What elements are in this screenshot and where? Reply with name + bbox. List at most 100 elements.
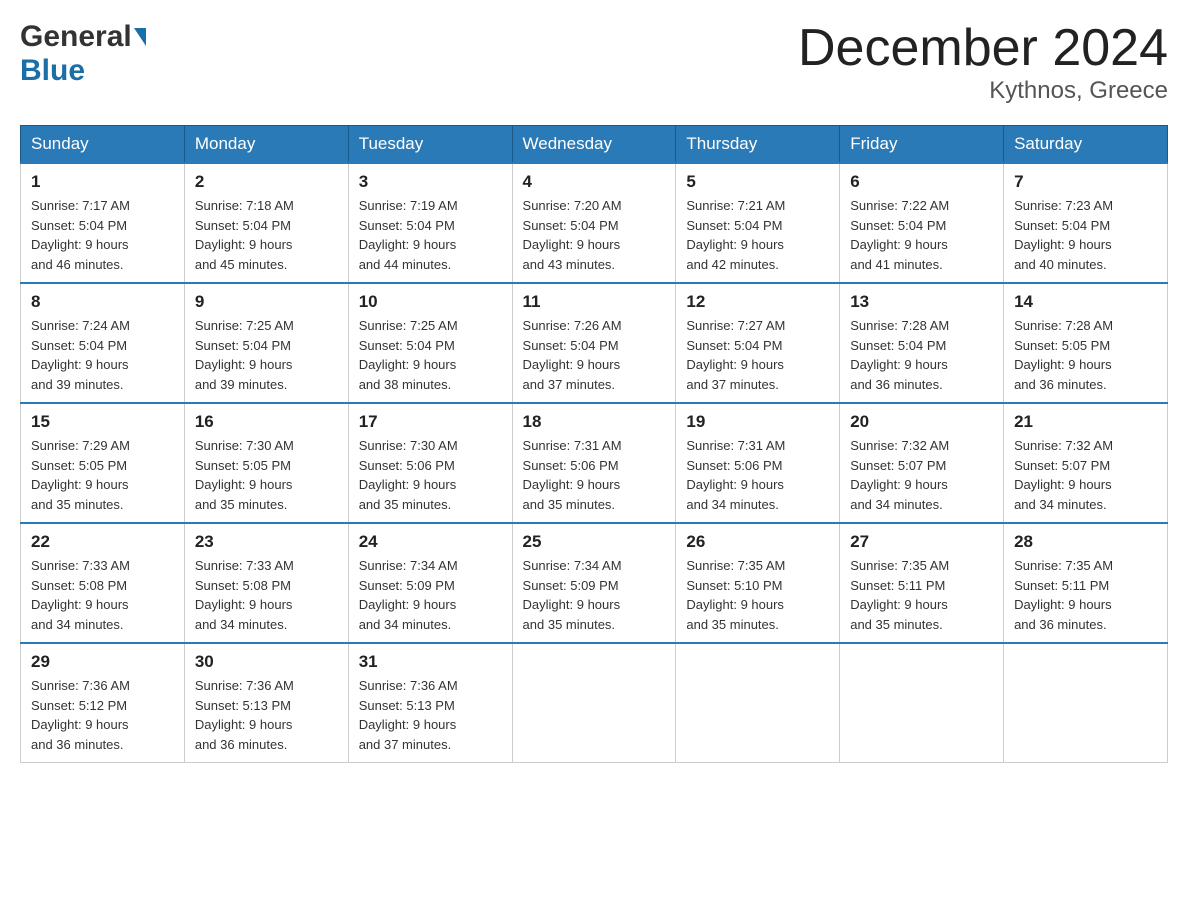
day-number: 30	[195, 652, 338, 672]
sunset-label: Sunset: 5:04 PM	[31, 338, 127, 353]
title-block: December 2024 Kythnos, Greece	[798, 20, 1168, 105]
daylight-minutes: and 35 minutes.	[686, 617, 779, 632]
calendar-cell	[512, 643, 676, 763]
sunset-label: Sunset: 5:06 PM	[359, 458, 455, 473]
day-info: Sunrise: 7:36 AM Sunset: 5:12 PM Dayligh…	[31, 676, 174, 754]
sunrise-label: Sunrise: 7:33 AM	[31, 558, 130, 573]
day-info: Sunrise: 7:35 AM Sunset: 5:11 PM Dayligh…	[1014, 556, 1157, 634]
day-info: Sunrise: 7:36 AM Sunset: 5:13 PM Dayligh…	[195, 676, 338, 754]
day-number: 27	[850, 532, 993, 552]
daylight-minutes: and 41 minutes.	[850, 257, 943, 272]
daylight-minutes: and 38 minutes.	[359, 377, 452, 392]
sunrise-label: Sunrise: 7:27 AM	[686, 318, 785, 333]
sunrise-label: Sunrise: 7:21 AM	[686, 198, 785, 213]
daylight-label: Daylight: 9 hours	[523, 597, 621, 612]
day-number: 9	[195, 292, 338, 312]
col-sunday: Sunday	[21, 126, 185, 164]
sunrise-label: Sunrise: 7:28 AM	[850, 318, 949, 333]
sunrise-label: Sunrise: 7:36 AM	[31, 678, 130, 693]
day-number: 28	[1014, 532, 1157, 552]
sunset-label: Sunset: 5:04 PM	[523, 338, 619, 353]
day-number: 31	[359, 652, 502, 672]
daylight-label: Daylight: 9 hours	[850, 477, 948, 492]
daylight-minutes: and 36 minutes.	[1014, 377, 1107, 392]
day-info: Sunrise: 7:34 AM Sunset: 5:09 PM Dayligh…	[523, 556, 666, 634]
day-number: 5	[686, 172, 829, 192]
day-info: Sunrise: 7:32 AM Sunset: 5:07 PM Dayligh…	[1014, 436, 1157, 514]
sunrise-label: Sunrise: 7:24 AM	[31, 318, 130, 333]
logo-arrow-icon	[134, 28, 146, 46]
day-info: Sunrise: 7:22 AM Sunset: 5:04 PM Dayligh…	[850, 196, 993, 274]
sunset-label: Sunset: 5:13 PM	[195, 698, 291, 713]
day-info: Sunrise: 7:35 AM Sunset: 5:11 PM Dayligh…	[850, 556, 993, 634]
daylight-minutes: and 43 minutes.	[523, 257, 616, 272]
daylight-minutes: and 34 minutes.	[850, 497, 943, 512]
calendar-cell: 8 Sunrise: 7:24 AM Sunset: 5:04 PM Dayli…	[21, 283, 185, 403]
sunset-label: Sunset: 5:11 PM	[1014, 578, 1109, 593]
col-tuesday: Tuesday	[348, 126, 512, 164]
calendar-week-1: 1 Sunrise: 7:17 AM Sunset: 5:04 PM Dayli…	[21, 163, 1168, 283]
day-info: Sunrise: 7:33 AM Sunset: 5:08 PM Dayligh…	[195, 556, 338, 634]
daylight-minutes: and 44 minutes.	[359, 257, 452, 272]
calendar-cell: 11 Sunrise: 7:26 AM Sunset: 5:04 PM Dayl…	[512, 283, 676, 403]
calendar-cell: 2 Sunrise: 7:18 AM Sunset: 5:04 PM Dayli…	[184, 163, 348, 283]
calendar-cell: 29 Sunrise: 7:36 AM Sunset: 5:12 PM Dayl…	[21, 643, 185, 763]
sunset-label: Sunset: 5:07 PM	[850, 458, 946, 473]
calendar-cell: 20 Sunrise: 7:32 AM Sunset: 5:07 PM Dayl…	[840, 403, 1004, 523]
sunset-label: Sunset: 5:04 PM	[359, 218, 455, 233]
day-number: 13	[850, 292, 993, 312]
daylight-label: Daylight: 9 hours	[1014, 357, 1112, 372]
calendar-cell: 19 Sunrise: 7:31 AM Sunset: 5:06 PM Dayl…	[676, 403, 840, 523]
calendar-week-2: 8 Sunrise: 7:24 AM Sunset: 5:04 PM Dayli…	[21, 283, 1168, 403]
daylight-label: Daylight: 9 hours	[686, 597, 784, 612]
daylight-label: Daylight: 9 hours	[1014, 477, 1112, 492]
day-number: 21	[1014, 412, 1157, 432]
sunrise-label: Sunrise: 7:35 AM	[850, 558, 949, 573]
sunrise-label: Sunrise: 7:26 AM	[523, 318, 622, 333]
calendar-cell: 6 Sunrise: 7:22 AM Sunset: 5:04 PM Dayli…	[840, 163, 1004, 283]
day-number: 24	[359, 532, 502, 552]
calendar-cell: 9 Sunrise: 7:25 AM Sunset: 5:04 PM Dayli…	[184, 283, 348, 403]
day-info: Sunrise: 7:27 AM Sunset: 5:04 PM Dayligh…	[686, 316, 829, 394]
day-number: 17	[359, 412, 502, 432]
daylight-label: Daylight: 9 hours	[31, 597, 129, 612]
daylight-label: Daylight: 9 hours	[850, 237, 948, 252]
day-number: 7	[1014, 172, 1157, 192]
calendar-cell	[1004, 643, 1168, 763]
page-header: General Blue December 2024 Kythnos, Gree…	[20, 20, 1168, 105]
calendar-week-3: 15 Sunrise: 7:29 AM Sunset: 5:05 PM Dayl…	[21, 403, 1168, 523]
day-number: 4	[523, 172, 666, 192]
day-number: 29	[31, 652, 174, 672]
daylight-label: Daylight: 9 hours	[359, 597, 457, 612]
daylight-minutes: and 40 minutes.	[1014, 257, 1107, 272]
sunset-label: Sunset: 5:04 PM	[31, 218, 127, 233]
daylight-minutes: and 35 minutes.	[195, 497, 288, 512]
day-info: Sunrise: 7:34 AM Sunset: 5:09 PM Dayligh…	[359, 556, 502, 634]
day-info: Sunrise: 7:25 AM Sunset: 5:04 PM Dayligh…	[359, 316, 502, 394]
daylight-minutes: and 35 minutes.	[359, 497, 452, 512]
calendar-cell: 12 Sunrise: 7:27 AM Sunset: 5:04 PM Dayl…	[676, 283, 840, 403]
day-info: Sunrise: 7:21 AM Sunset: 5:04 PM Dayligh…	[686, 196, 829, 274]
sunset-label: Sunset: 5:08 PM	[31, 578, 127, 593]
daylight-label: Daylight: 9 hours	[359, 477, 457, 492]
day-number: 18	[523, 412, 666, 432]
sunset-label: Sunset: 5:08 PM	[195, 578, 291, 593]
sunset-label: Sunset: 5:09 PM	[523, 578, 619, 593]
sunrise-label: Sunrise: 7:28 AM	[1014, 318, 1113, 333]
day-number: 3	[359, 172, 502, 192]
sunset-label: Sunset: 5:04 PM	[686, 218, 782, 233]
daylight-label: Daylight: 9 hours	[31, 357, 129, 372]
day-info: Sunrise: 7:35 AM Sunset: 5:10 PM Dayligh…	[686, 556, 829, 634]
sunset-label: Sunset: 5:04 PM	[850, 338, 946, 353]
sunrise-label: Sunrise: 7:20 AM	[523, 198, 622, 213]
day-info: Sunrise: 7:30 AM Sunset: 5:06 PM Dayligh…	[359, 436, 502, 514]
sunrise-label: Sunrise: 7:32 AM	[850, 438, 949, 453]
calendar-cell	[840, 643, 1004, 763]
daylight-minutes: and 36 minutes.	[195, 737, 288, 752]
calendar-cell: 28 Sunrise: 7:35 AM Sunset: 5:11 PM Dayl…	[1004, 523, 1168, 643]
day-number: 6	[850, 172, 993, 192]
calendar-cell: 5 Sunrise: 7:21 AM Sunset: 5:04 PM Dayli…	[676, 163, 840, 283]
calendar-cell: 14 Sunrise: 7:28 AM Sunset: 5:05 PM Dayl…	[1004, 283, 1168, 403]
sunset-label: Sunset: 5:13 PM	[359, 698, 455, 713]
daylight-minutes: and 34 minutes.	[359, 617, 452, 632]
